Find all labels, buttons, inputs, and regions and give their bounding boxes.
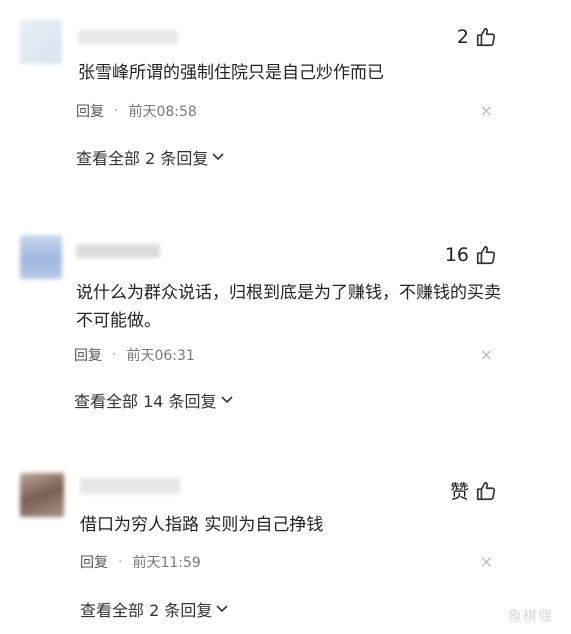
view-all-replies-button[interactable]: 查看全部 2 条回复	[76, 145, 224, 169]
avatar[interactable]	[20, 473, 64, 517]
separator-dot: ·	[118, 554, 123, 570]
view-all-replies-button[interactable]: 查看全部 14 条回复	[74, 388, 233, 412]
like-label: 赞	[449, 481, 469, 503]
view-all-replies-button[interactable]: 查看全部 2 条回复	[80, 597, 228, 621]
chevron-down-icon	[212, 153, 224, 161]
thumbs-up-icon	[476, 245, 496, 265]
avatar[interactable]	[20, 20, 62, 64]
thumbs-up-icon	[476, 481, 496, 500]
view-all-replies-label: 查看全部 2 条回复	[76, 149, 209, 168]
username[interactable]	[78, 30, 178, 44]
reply-button[interactable]: 回复	[80, 552, 108, 572]
thumbs-up-icon	[476, 27, 496, 47]
view-all-replies-label: 查看全部 2 条回复	[80, 601, 213, 620]
comment-text: 说什么为群众说话，归根到底是为了赚钱，不赚钱的买卖不可能做。	[76, 283, 501, 331]
watermark: 象棋偃	[508, 609, 553, 625]
comment-meta: 回复 · 前天11:59	[80, 552, 201, 572]
timestamp: 前天08:58	[128, 104, 197, 120]
reply-button[interactable]: 回复	[74, 345, 102, 365]
comment-meta: 回复 · 前天06:31	[74, 345, 195, 365]
comment-meta: 回复 · 前天08:58	[76, 101, 197, 121]
close-icon[interactable]: ×	[480, 345, 493, 364]
close-icon[interactable]: ×	[480, 101, 493, 120]
separator-dot: ·	[114, 103, 119, 119]
chevron-down-icon	[220, 396, 233, 404]
like-button[interactable]: 2	[457, 26, 497, 48]
separator-dot: ·	[112, 347, 117, 363]
username[interactable]	[76, 244, 160, 258]
comment-text: 借口为穷人指路 实则为自己挣钱	[80, 515, 324, 535]
view-all-replies-label: 查看全部 14 条回复	[74, 392, 217, 411]
like-button[interactable]: 赞	[450, 477, 497, 504]
like-count: 16	[444, 244, 469, 266]
avatar[interactable]	[20, 235, 62, 279]
chevron-down-icon	[216, 605, 228, 613]
like-count: 2	[456, 26, 469, 48]
like-button[interactable]: 16	[445, 244, 497, 266]
username[interactable]	[80, 478, 180, 494]
close-icon[interactable]: ×	[480, 552, 493, 571]
reply-button[interactable]: 回复	[76, 101, 104, 121]
comment-text: 张雪峰所谓的强制住院只是自己炒作而已	[78, 63, 384, 83]
timestamp: 前天06:31	[126, 348, 195, 364]
timestamp: 前天11:59	[132, 555, 201, 571]
